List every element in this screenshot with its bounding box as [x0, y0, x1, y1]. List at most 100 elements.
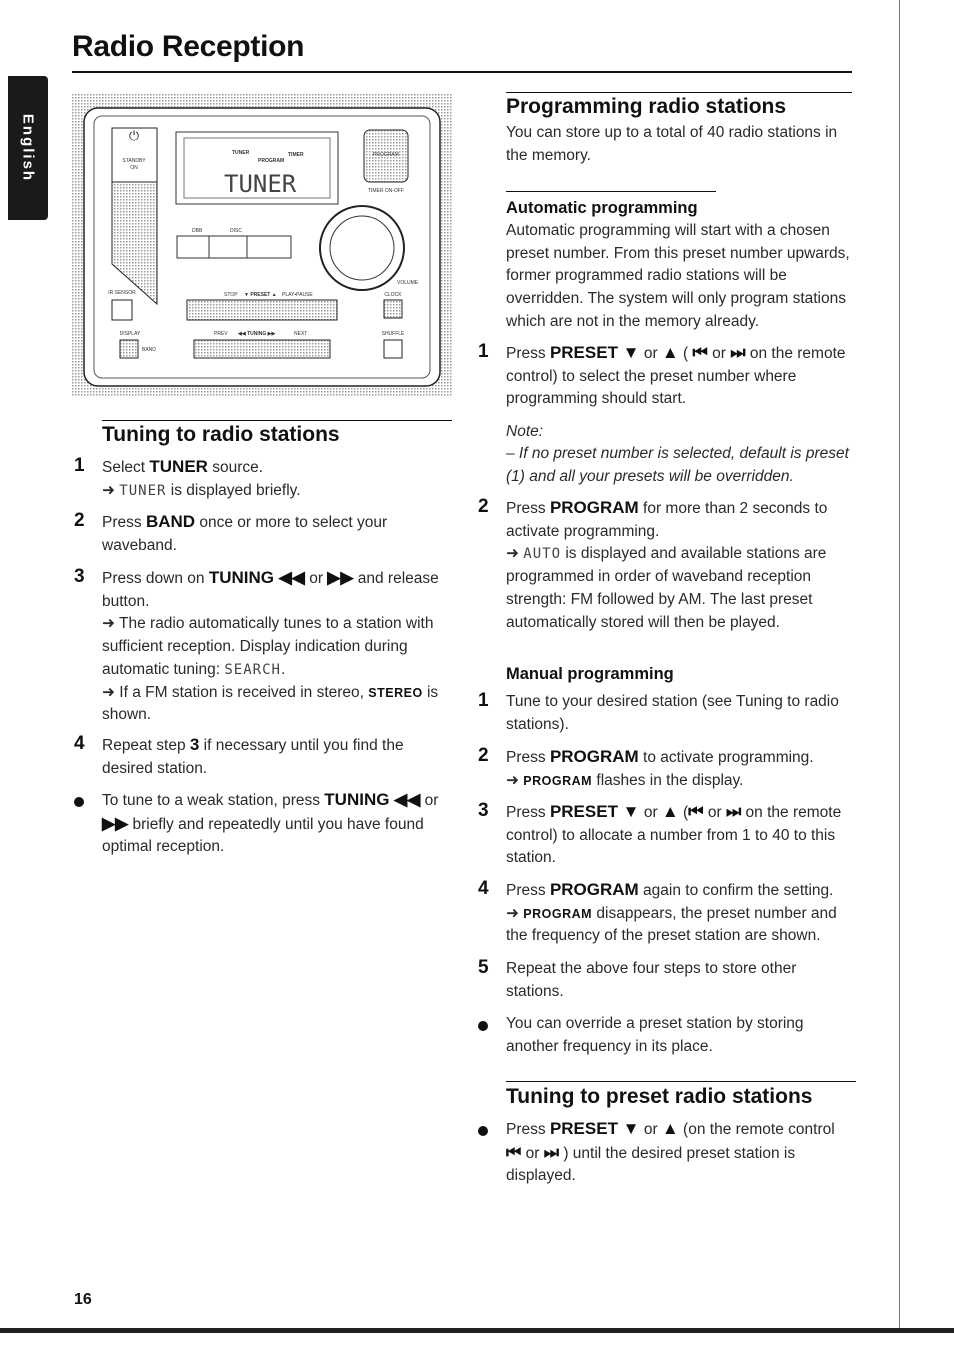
text-segment: TUNER [149, 457, 208, 476]
step-text: ➜ PROGRAM flashes in the display. [506, 770, 852, 793]
display-readout: SEARCH [224, 661, 281, 678]
step-text: Press PRESET ▼ or ▲ ( ⏮ or ⏭ on the remo… [506, 342, 852, 411]
tuner-indicator: TUNER [232, 150, 250, 156]
section-rule [506, 1081, 856, 1082]
step-text: ➜ If a FM station is received in stereo,… [102, 682, 454, 727]
prev-label: PREV [214, 331, 228, 337]
text-segment: again to confirm the setting. [638, 882, 834, 899]
text-segment: ▲ [661, 343, 679, 362]
on-label: ON [130, 165, 138, 171]
text-segment: or [703, 804, 726, 821]
text-segment: ⏭ [730, 343, 746, 362]
subsection-rule [506, 191, 716, 192]
section-heading-preset: Tuning to preset radio stations [506, 1085, 813, 1108]
section-rule [506, 92, 852, 93]
language-tab: English [8, 76, 48, 220]
text-segment: BAND [145, 512, 196, 531]
text-segment: ▶▶ [327, 568, 354, 587]
step-item: 5 Repeat the above four steps to store ot… [478, 957, 852, 1003]
text-segment: ⏭ [543, 1142, 560, 1162]
bullet-icon [478, 1126, 488, 1136]
text-segment: TUNING ◀◀ [208, 568, 305, 587]
step-item: 2 Press PROGRAM to activate programming. ➜… [478, 745, 852, 793]
text-segment: ( [678, 345, 693, 362]
display-readout: TUNER [119, 482, 167, 499]
text-segment: Press [506, 500, 550, 517]
step-item: 2 Press PROGRAM for more than 2 seconds t… [478, 496, 852, 634]
step-text: Press PROGRAM again to confirm the setti… [506, 879, 852, 903]
text-segment: flashes in the display. [592, 771, 744, 789]
text-segment: Press down on [102, 570, 209, 587]
step-item: 2 Press BAND once or more to select your … [74, 510, 454, 557]
step-item: 4 Repeat step 3 if necessary until you fi… [74, 733, 454, 780]
text-segment: or [304, 570, 328, 587]
step-text: To tune to a weak station, press TUNING … [102, 789, 454, 859]
step-number: 2 [74, 510, 85, 531]
page-bottom-edge [0, 1328, 954, 1333]
stop-label: STOP [224, 292, 238, 298]
section-heading-programming: Programming radio stations [506, 95, 787, 118]
step-item: 4 Press PROGRAM again to confirm the sett… [478, 878, 852, 948]
language-tab-label: English [19, 113, 37, 183]
step-text: Select TUNER source. [102, 456, 454, 480]
program-button-label: PROGRAM [373, 152, 399, 158]
text-segment: Tune to your desired station (see Tuning… [506, 693, 839, 733]
text-segment: ( [678, 804, 689, 821]
text-segment: briefly and repeatedly until you have fo… [102, 815, 424, 856]
text-segment: Press [506, 345, 550, 362]
text-segment: ⏮ [506, 1142, 522, 1162]
text-segment: ➜ [506, 545, 524, 563]
text-segment: PRESET ▼ [549, 343, 640, 362]
step-text: Press PRESET ▼ or ▲ (on the remote contr… [506, 1118, 852, 1188]
text-segment: or [639, 1121, 662, 1138]
text-segment: TUNING ◀◀ [324, 790, 421, 809]
text-segment: or [639, 345, 662, 362]
step-number: 5 [478, 957, 489, 978]
text-segment: Press [506, 882, 550, 899]
text-segment: PRESET ▼ [549, 802, 640, 821]
step-text: Press down on TUNING ◀◀ or ▶▶ and releas… [102, 567, 454, 613]
programming-intro: You can store up to a total of 40 radio … [506, 124, 838, 164]
text-segment: PROGRAM [549, 880, 639, 899]
step-text: Tune to your desired station (see Tuning… [506, 691, 852, 736]
band-label: BAND [142, 347, 156, 353]
preset-label: ▼ PRESET ▲ [244, 292, 277, 298]
note-label: Note: [506, 423, 544, 440]
note-text: – If no preset number is selected, defau… [506, 445, 849, 485]
step-number: 3 [74, 566, 85, 587]
text-segment: ➜ [102, 481, 120, 499]
text-segment: You can override a preset station by sto… [506, 1015, 804, 1055]
volume-label: VOLUME [397, 280, 419, 286]
step-item: 1 Press PRESET ▼ or ▲ ( ⏮ or ⏭ on the rem… [478, 341, 852, 411]
step-number: 3 [478, 800, 489, 821]
clock-label: CLOCK [384, 292, 402, 298]
step-item: 3 Press down on TUNING ◀◀ or ▶▶ and relea… [74, 566, 454, 727]
step-text: ➜ PROGRAM disappears, the preset number … [506, 903, 852, 948]
step-item: 1 Tune to your desired station (see Tunin… [478, 690, 852, 736]
ir-sensor-label: IR SENSOR [108, 290, 136, 296]
step-text: Press PROGRAM to activate programming. [506, 746, 852, 770]
step-text: ➜ AUTO is displayed and available statio… [506, 543, 852, 634]
step-text: Repeat step 3 if necessary until you fin… [102, 734, 454, 780]
text-segment: ➜ [506, 771, 524, 789]
tuning-label: ◀◀ TUNING ▶▶ [237, 331, 276, 337]
play-pause-label: PLAY•PAUSE [282, 292, 313, 298]
next-label: NEXT [294, 331, 307, 337]
text-segment: ▲ [661, 802, 679, 821]
text-segment: PROGRAM [549, 498, 639, 517]
subheading-manual: Manual programming [506, 665, 674, 683]
text-segment: or [420, 792, 439, 809]
cd-label: DBB [192, 228, 203, 234]
text-segment: Repeat step [102, 737, 190, 754]
step-text: Repeat the above four steps to store oth… [506, 958, 852, 1003]
text-segment: (on the remote control [678, 1121, 835, 1138]
title-rule [72, 71, 852, 73]
text-segment: is displayed briefly. [166, 481, 301, 499]
step-number: 1 [74, 455, 85, 476]
text-segment: To tune to a weak station, press [102, 792, 325, 809]
step-item: To tune to a weak station, press TUNING … [74, 789, 454, 859]
text-segment: ▲ [661, 1119, 679, 1138]
step-number: 1 [478, 690, 489, 711]
text-segment: source. [207, 459, 264, 476]
text-segment: Select [102, 459, 150, 476]
